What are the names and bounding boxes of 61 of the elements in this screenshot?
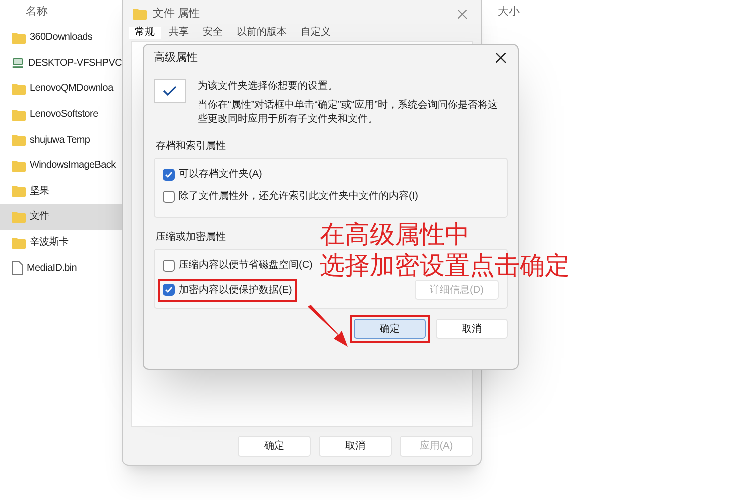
tab[interactable]: 以前的版本 xyxy=(231,27,293,39)
folder-icon xyxy=(12,108,26,121)
computer-icon xyxy=(12,56,24,70)
dialog-button[interactable]: 确定 xyxy=(238,436,311,457)
file-row[interactable]: LenovoSoftstore xyxy=(0,102,122,128)
file-name: LenovoQMDownloa xyxy=(30,82,114,96)
folder-icon xyxy=(12,236,26,249)
file-name: LenovoSoftstore xyxy=(30,108,98,122)
folder-icon xyxy=(12,185,26,198)
tab[interactable]: 常规 xyxy=(129,27,161,39)
file-name: 坚果 xyxy=(30,184,50,199)
file-row[interactable]: WindowsImageBack xyxy=(0,152,122,179)
dialog-button[interactable]: 取消 xyxy=(436,319,508,339)
group-title: 压缩或加密属性 xyxy=(156,230,226,245)
dialog-button[interactable]: 取消 xyxy=(319,436,392,457)
file-row[interactable]: DESKTOP-VFSHPVC xyxy=(0,50,122,76)
file-name: shujuwa Temp xyxy=(30,134,90,148)
file-name: 文件 xyxy=(30,210,50,224)
folder-icon xyxy=(133,8,147,20)
folder-icon xyxy=(12,160,26,172)
annotation-text: 在高级属性中 xyxy=(320,220,471,251)
file-icon xyxy=(12,261,23,276)
tab[interactable]: 自定义 xyxy=(295,27,337,39)
folder-icon xyxy=(12,82,26,95)
checkbox[interactable] xyxy=(163,190,175,202)
intro-text: 为该文件夹选择你想要的设置。 xyxy=(198,80,339,94)
file-row[interactable]: MediaID.bin xyxy=(0,255,122,281)
file-name: WindowsImageBack xyxy=(30,159,116,174)
column-header[interactable]: 大小 xyxy=(498,4,520,20)
file-row[interactable]: 坚果 xyxy=(0,178,122,204)
tab[interactable]: 共享 xyxy=(163,27,195,39)
checkbox[interactable] xyxy=(163,168,175,180)
checkbox-option[interactable]: 压缩内容以便节省磁盘空间(C) xyxy=(163,258,313,273)
file-row[interactable]: 360Downloads xyxy=(0,25,122,51)
column-header[interactable]: 名称 xyxy=(26,4,48,20)
checkbox-option[interactable]: 加密内容以便保护数据(E) xyxy=(163,282,292,298)
checkbox-option[interactable]: 可以存档文件夹(A) xyxy=(163,167,262,182)
dialog-title: 高级属性 xyxy=(154,50,198,66)
tab[interactable]: 安全 xyxy=(197,27,229,39)
checkbox[interactable] xyxy=(163,284,175,296)
file-name: DESKTOP-VFSHPVC xyxy=(28,56,122,71)
close-icon[interactable] xyxy=(496,53,506,63)
dialog-button[interactable]: 确定 xyxy=(354,319,426,339)
file-row[interactable]: LenovoQMDownloa xyxy=(0,76,122,102)
folder-icon xyxy=(12,210,26,223)
pointer-arrow xyxy=(306,305,350,349)
file-row[interactable]: 辛波斯卡 xyxy=(0,230,122,256)
checkmark-icon xyxy=(154,79,186,103)
description-text: 当你在“属性”对话框中单击“确定”或“应用”时，系统会询问你是否将这些更改同时应用于所有子文件夹和文件。 xyxy=(198,99,498,127)
folder-icon xyxy=(12,134,26,146)
window-title: 文件 属性 xyxy=(153,6,200,22)
checkbox-option[interactable]: 除了文件属性外，还允许索引此文件夹中文件的内容(I) xyxy=(163,189,418,204)
file-name: 360Downloads xyxy=(30,31,93,46)
file-name: MediaID.bin xyxy=(27,262,78,276)
folder-icon xyxy=(12,32,26,44)
file-row[interactable]: 文件 xyxy=(0,204,122,230)
group-title: 存档和索引属性 xyxy=(156,140,226,154)
annotation-text: 选择加密设置点击确定 xyxy=(320,251,570,282)
file-row[interactable]: shujuwa Temp xyxy=(0,127,122,153)
file-name: 辛波斯卡 xyxy=(30,236,69,250)
checkbox[interactable] xyxy=(163,260,175,272)
